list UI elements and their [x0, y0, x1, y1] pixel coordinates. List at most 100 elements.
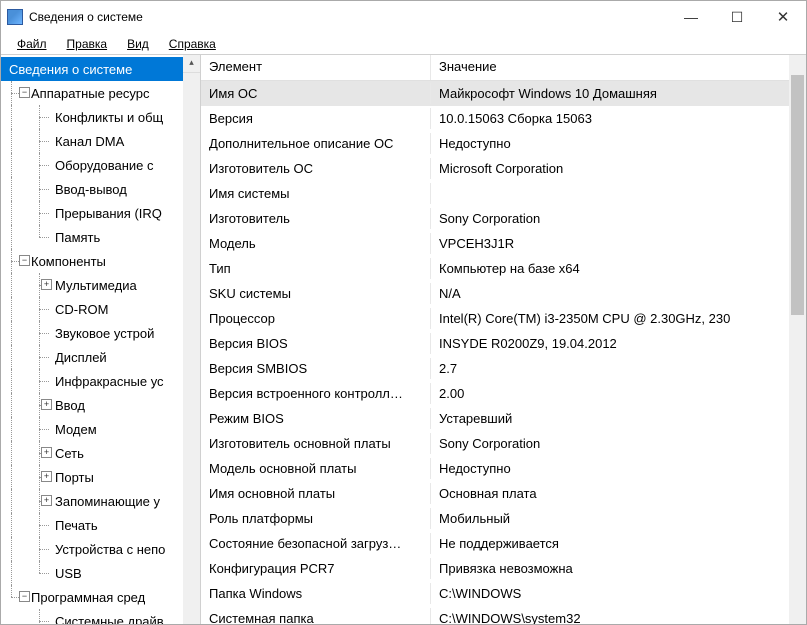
tree-hardware-resources[interactable]: − Аппаратные ресурс — [1, 81, 200, 105]
detail-row[interactable]: Состояние безопасной загруз…Не поддержив… — [201, 531, 806, 556]
tree-cdrom[interactable]: CD-ROM — [1, 297, 200, 321]
detail-value: Недоступно — [431, 133, 806, 154]
tree-components[interactable]: − Компоненты — [1, 249, 200, 273]
details-header: Элемент Значение — [201, 55, 806, 81]
minus-icon[interactable]: − — [19, 255, 30, 266]
tree-ports[interactable]: + Порты — [1, 465, 200, 489]
detail-value: Не поддерживается — [431, 533, 806, 554]
detail-row[interactable]: Версия10.0.15063 Сборка 15063 — [201, 106, 806, 131]
tree-input[interactable]: + Ввод — [1, 393, 200, 417]
detail-value: Майкрософт Windows 10 Домашняя — [431, 83, 806, 104]
tree-forced-hardware[interactable]: Оборудование с — [1, 153, 200, 177]
detail-row[interactable]: Роль платформыМобильный — [201, 506, 806, 531]
tree-conflicts[interactable]: Конфликты и общ — [1, 105, 200, 129]
tree-root-system-summary[interactable]: Сведения о системе — [1, 57, 200, 81]
detail-row[interactable]: Конфигурация PCR7Привязка невозможна — [201, 556, 806, 581]
detail-row[interactable]: Версия BIOSINSYDE R0200Z9, 19.04.2012 — [201, 331, 806, 356]
close-button[interactable]: ✕ — [760, 1, 806, 33]
menu-view[interactable]: Вид — [117, 35, 159, 53]
detail-value: INSYDE R0200Z9, 19.04.2012 — [431, 333, 806, 354]
detail-row[interactable]: ПроцессорIntel(R) Core(TM) i3-2350M CPU … — [201, 306, 806, 331]
tree-irqs[interactable]: Прерывания (IRQ — [1, 201, 200, 225]
detail-element: Модель — [201, 233, 431, 254]
detail-value: Sony Corporation — [431, 208, 806, 229]
column-value[interactable]: Значение — [431, 55, 806, 80]
plus-icon[interactable]: + — [41, 471, 52, 482]
detail-row[interactable]: SKU системыN/A — [201, 281, 806, 306]
detail-element: Имя ОС — [201, 83, 431, 104]
detail-row[interactable]: Изготовитель ОСMicrosoft Corporation — [201, 156, 806, 181]
plus-icon[interactable]: + — [41, 495, 52, 506]
detail-row[interactable]: Версия SMBIOS2.7 — [201, 356, 806, 381]
tree-sound-device[interactable]: Звуковое устрой — [1, 321, 200, 345]
scrollbar-thumb[interactable] — [791, 75, 804, 315]
detail-value: Компьютер на базе x64 — [431, 258, 806, 279]
detail-row[interactable]: Папка WindowsC:\WINDOWS — [201, 581, 806, 606]
tree-dma[interactable]: Канал DMA — [1, 129, 200, 153]
menu-edit[interactable]: Правка — [57, 35, 118, 53]
detail-element: Имя основной платы — [201, 483, 431, 504]
detail-row[interactable]: Имя системы — [201, 181, 806, 206]
minus-icon[interactable]: − — [19, 591, 30, 602]
tree-storage[interactable]: + Запоминающие у — [1, 489, 200, 513]
detail-row[interactable]: Имя ОСМайкрософт Windows 10 Домашняя — [201, 81, 806, 106]
detail-value: C:\WINDOWS — [431, 583, 806, 604]
column-element[interactable]: Элемент — [201, 55, 431, 80]
detail-value: Microsoft Corporation — [431, 158, 806, 179]
window-title: Сведения о системе — [29, 10, 668, 24]
window-controls: — ☐ ✕ — [668, 1, 806, 33]
detail-element: Изготовитель основной платы — [201, 433, 431, 454]
plus-icon[interactable]: + — [41, 279, 52, 290]
tree-software-environment[interactable]: − Программная сред — [1, 585, 200, 609]
tree-infrared[interactable]: Инфракрасные ус — [1, 369, 200, 393]
tree-display[interactable]: Дисплей — [1, 345, 200, 369]
detail-value: Sony Corporation — [431, 433, 806, 454]
tree: Сведения о системе − Аппаратные ресурс К… — [1, 55, 200, 624]
details-scrollbar[interactable] — [789, 55, 806, 624]
detail-value: 2.7 — [431, 358, 806, 379]
detail-element: Версия SMBIOS — [201, 358, 431, 379]
tree-modem[interactable]: Модем — [1, 417, 200, 441]
menu-help[interactable]: Справка — [159, 35, 226, 53]
tree-network[interactable]: + Сеть — [1, 441, 200, 465]
detail-row[interactable]: Версия встроенного контролл…2.00 — [201, 381, 806, 406]
detail-value: Устаревший — [431, 408, 806, 429]
details-panel: Элемент Значение Имя ОСМайкрософт Window… — [201, 55, 806, 624]
minimize-button[interactable]: — — [668, 1, 714, 33]
detail-value: C:\WINDOWS\system32 — [431, 608, 806, 624]
detail-row[interactable]: Режим BIOSУстаревший — [201, 406, 806, 431]
tree-system-drivers[interactable]: Системные драйв — [1, 609, 200, 624]
detail-element: Папка Windows — [201, 583, 431, 604]
tree-usb[interactable]: USB — [1, 561, 200, 585]
detail-value: Основная плата — [431, 483, 806, 504]
detail-row[interactable]: ИзготовительSony Corporation — [201, 206, 806, 231]
tree-memory[interactable]: Память — [1, 225, 200, 249]
detail-value: Недоступно — [431, 458, 806, 479]
detail-row[interactable]: Имя основной платыОсновная плата — [201, 481, 806, 506]
menu-file[interactable]: Файл — [7, 35, 57, 53]
detail-value: 2.00 — [431, 383, 806, 404]
detail-value: 10.0.15063 Сборка 15063 — [431, 108, 806, 129]
detail-element: Системная папка — [201, 608, 431, 624]
plus-icon[interactable]: + — [41, 447, 52, 458]
tree-scrollbar[interactable] — [183, 55, 200, 624]
tree-printing[interactable]: Печать — [1, 513, 200, 537]
detail-element: Конфигурация PCR7 — [201, 558, 431, 579]
tree-io[interactable]: Ввод-вывод — [1, 177, 200, 201]
detail-row[interactable]: Системная папкаC:\WINDOWS\system32 — [201, 606, 806, 624]
tree-problem-devices[interactable]: Устройства с непо — [1, 537, 200, 561]
detail-value: VPCEH3J1R — [431, 233, 806, 254]
detail-element: Тип — [201, 258, 431, 279]
minus-icon[interactable]: − — [19, 87, 30, 98]
detail-row[interactable]: Модель основной платыНедоступно — [201, 456, 806, 481]
detail-row[interactable]: ТипКомпьютер на базе x64 — [201, 256, 806, 281]
tree-panel: Сведения о системе − Аппаратные ресурс К… — [1, 55, 201, 624]
detail-row[interactable]: Изготовитель основной платыSony Corporat… — [201, 431, 806, 456]
maximize-button[interactable]: ☐ — [714, 1, 760, 33]
detail-row[interactable]: МодельVPCEH3J1R — [201, 231, 806, 256]
detail-row[interactable]: Дополнительное описание ОСНедоступно — [201, 131, 806, 156]
detail-element: Изготовитель — [201, 208, 431, 229]
plus-icon[interactable]: + — [41, 399, 52, 410]
detail-value: Intel(R) Core(TM) i3-2350M CPU @ 2.30GHz… — [431, 308, 806, 329]
tree-multimedia[interactable]: + Мультимедиа — [1, 273, 200, 297]
